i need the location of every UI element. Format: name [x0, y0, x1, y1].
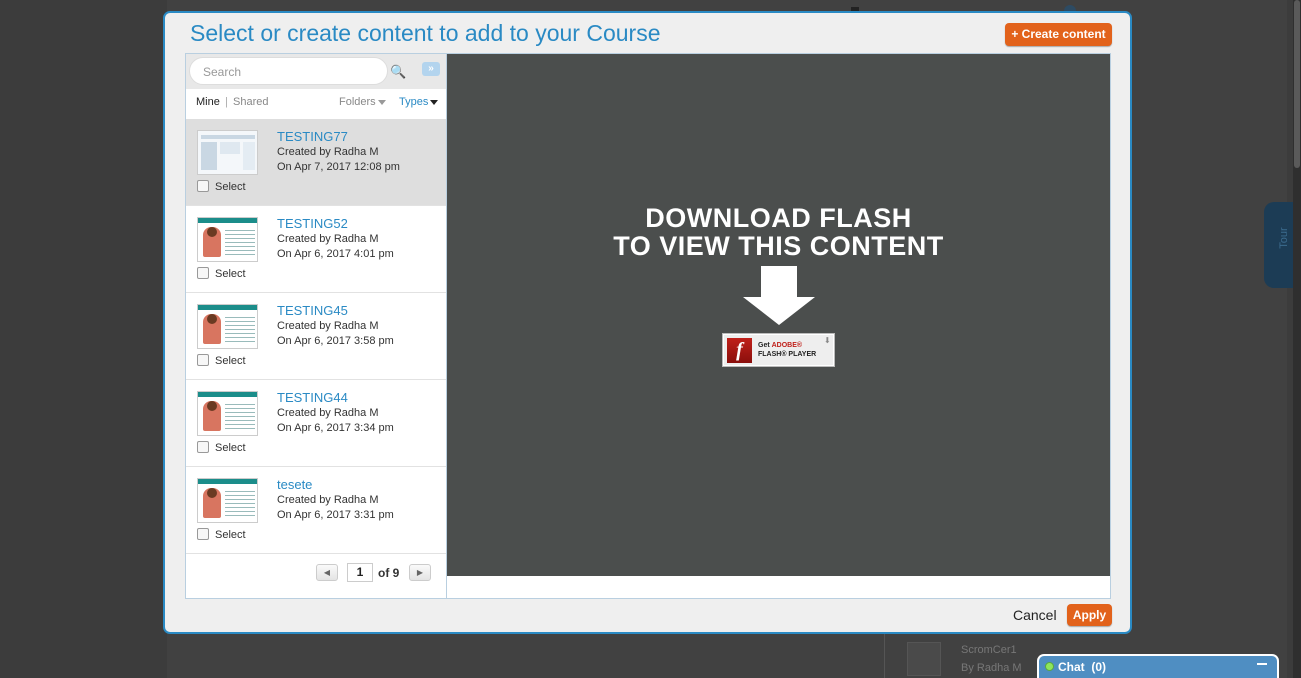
prev-page-button[interactable]: ◀ — [316, 564, 338, 581]
minimize-icon[interactable] — [1257, 663, 1267, 665]
item-author: Created by Radha M — [277, 320, 379, 332]
item-date: On Apr 6, 2017 4:01 pm — [277, 248, 394, 260]
types-dropdown[interactable]: Types — [399, 96, 439, 108]
item-author: Created by Radha M — [277, 146, 379, 158]
pagination: ◀ 1 of 9 ▶ — [186, 554, 446, 598]
search-placeholder: Search — [203, 65, 242, 79]
chat-widget[interactable]: Chat (0) — [1037, 654, 1279, 678]
tour-tab-label: Tour — [1278, 227, 1290, 249]
down-arrow-head-icon — [743, 297, 815, 325]
item-date: On Apr 6, 2017 3:58 pm — [277, 335, 394, 347]
caret-down-icon — [430, 99, 439, 105]
arrow-left-icon: ◀ — [323, 568, 331, 577]
page-number-input[interactable]: 1 — [347, 563, 373, 582]
select-checkbox[interactable] — [197, 528, 209, 540]
apply-button[interactable]: Apply — [1067, 604, 1112, 626]
select-label[interactable]: Select — [215, 181, 246, 193]
content-preview: DOWNLOAD FLASH TO VIEW THIS CONTENT f Ge… — [447, 53, 1111, 599]
content-list-panel: Search 🔍 » Mine | Shared Folders Types T… — [185, 53, 447, 599]
filter-mine[interactable]: Mine — [196, 96, 220, 108]
flash-logo-icon: f — [727, 338, 752, 363]
badge-get-text: Get ADOBE® — [758, 342, 803, 349]
next-page-button[interactable]: ▶ — [409, 564, 431, 581]
select-label[interactable]: Select — [215, 529, 246, 541]
item-author: Created by Radha M — [277, 494, 379, 506]
cancel-button[interactable]: Cancel — [1013, 607, 1057, 623]
item-title[interactable]: TESTING77 — [277, 129, 348, 144]
list-item[interactable]: tesete Created by Radha M On Apr 6, 2017… — [186, 467, 446, 554]
caret-down-icon — [377, 99, 386, 105]
expand-panel-icon[interactable]: » — [422, 62, 440, 76]
item-date: On Apr 6, 2017 3:31 pm — [277, 509, 394, 521]
background-item-author: By Radha M — [961, 662, 1022, 674]
page-scrollbar[interactable] — [1293, 0, 1301, 678]
arrow-right-icon: ▶ — [416, 568, 424, 577]
item-date: On Apr 7, 2017 12:08 pm — [277, 161, 400, 173]
content-list: TESTING77 Created by Radha M On Apr 7, 2… — [186, 119, 446, 554]
filter-separator: | — [225, 96, 228, 108]
item-title[interactable]: tesete — [277, 477, 312, 492]
content-picker-modal: Select or create content to add to your … — [163, 11, 1132, 634]
search-input[interactable]: Search 🔍 — [189, 57, 406, 85]
item-title[interactable]: TESTING52 — [277, 216, 348, 231]
filter-shared[interactable]: Shared — [233, 96, 268, 108]
select-label[interactable]: Select — [215, 442, 246, 454]
list-item[interactable]: TESTING45 Created by Radha M On Apr 6, 2… — [186, 293, 446, 380]
flash-message-line2: TO VIEW THIS CONTENT — [613, 231, 944, 261]
list-item[interactable]: TESTING77 Created by Radha M On Apr 7, 2… — [186, 119, 446, 206]
item-author: Created by Radha M — [277, 407, 379, 419]
download-icon: ⬇ — [824, 336, 831, 345]
content-thumbnail — [197, 217, 258, 262]
background-item-title: ScromCer1 — [961, 644, 1017, 656]
select-checkbox[interactable] — [197, 180, 209, 192]
create-content-button[interactable]: + Create content — [1005, 23, 1112, 46]
select-checkbox[interactable] — [197, 267, 209, 279]
flash-message: DOWNLOAD FLASH TO VIEW THIS CONTENT — [447, 204, 1110, 260]
down-arrow-icon — [761, 266, 797, 298]
list-item[interactable]: TESTING44 Created by Radha M On Apr 6, 2… — [186, 380, 446, 467]
online-status-icon — [1045, 662, 1054, 671]
scrollbar-thumb[interactable] — [1294, 0, 1300, 168]
content-thumbnail — [197, 304, 258, 349]
select-checkbox[interactable] — [197, 354, 209, 366]
flash-placeholder: DOWNLOAD FLASH TO VIEW THIS CONTENT f Ge… — [447, 54, 1110, 576]
select-label[interactable]: Select — [215, 268, 246, 280]
badge-player-text: FLASH® PLAYER — [758, 351, 817, 358]
search-icon[interactable]: 🔍 — [390, 64, 406, 80]
folders-dropdown[interactable]: Folders — [339, 96, 386, 108]
content-thumbnail — [197, 130, 258, 175]
content-thumbnail — [197, 478, 258, 523]
page-total: of 9 — [378, 566, 400, 580]
item-title[interactable]: TESTING44 — [277, 390, 348, 405]
chat-label: Chat (0) — [1058, 660, 1106, 674]
folders-label: Folders — [339, 96, 376, 108]
flash-message-line1: DOWNLOAD FLASH — [645, 203, 912, 233]
background-divider — [884, 630, 885, 678]
select-checkbox[interactable] — [197, 441, 209, 453]
content-thumbnail — [197, 391, 258, 436]
item-author: Created by Radha M — [277, 233, 379, 245]
item-date: On Apr 6, 2017 3:34 pm — [277, 422, 394, 434]
types-label: Types — [399, 96, 429, 108]
item-title[interactable]: TESTING45 — [277, 303, 348, 318]
get-flash-player-button[interactable]: f Get ADOBE® FLASH® PLAYER ⬇ — [722, 333, 835, 367]
background-thumbnail — [907, 642, 941, 676]
modal-title: Select or create content to add to your … — [190, 20, 661, 46]
list-item[interactable]: TESTING52 Created by Radha M On Apr 6, 2… — [186, 206, 446, 293]
select-label[interactable]: Select — [215, 355, 246, 367]
